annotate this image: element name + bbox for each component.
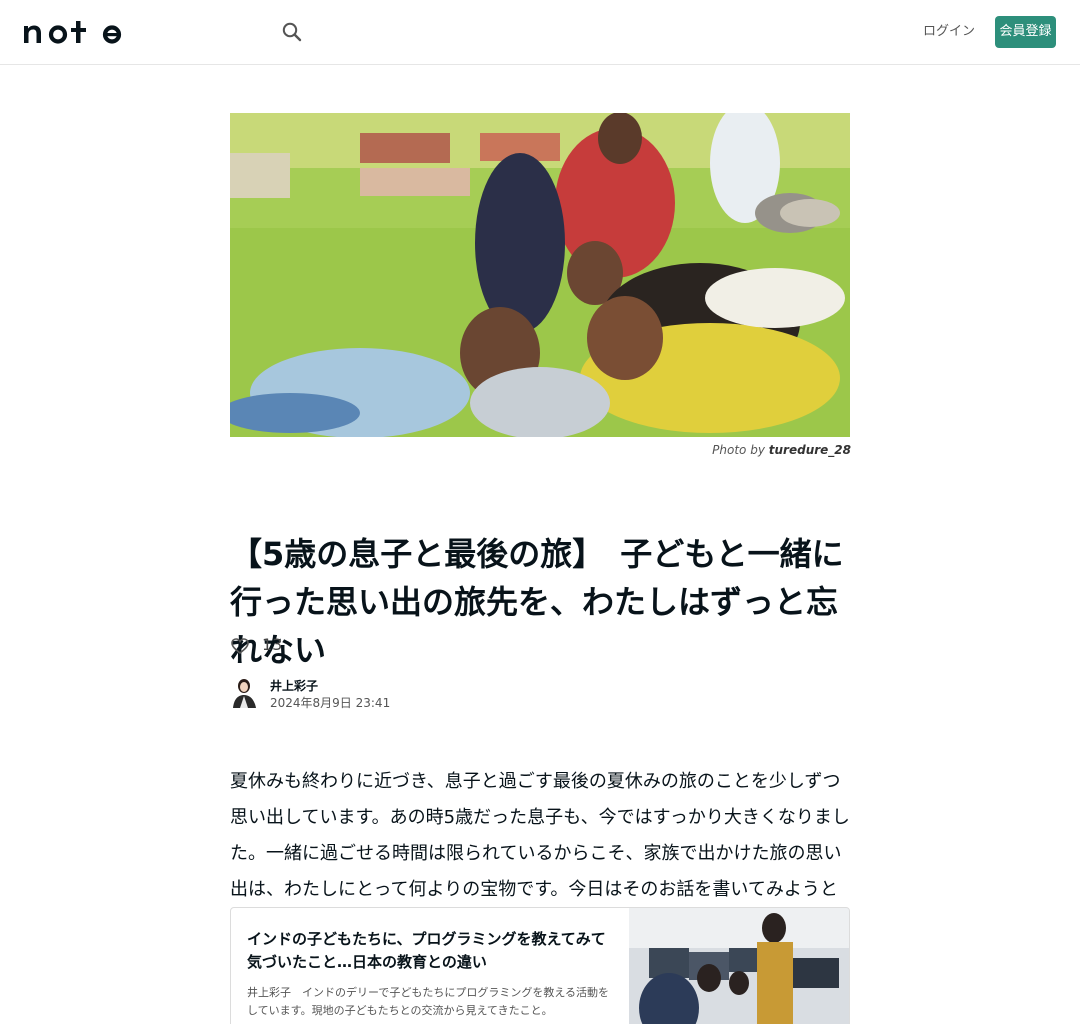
post-date: 2024年8月9日 23:41 bbox=[270, 696, 391, 710]
note-logo[interactable] bbox=[24, 19, 124, 45]
photo-credit: Photo by turedure_28 bbox=[560, 443, 851, 457]
heart-icon[interactable] bbox=[230, 636, 250, 656]
embed-thumbnail[interactable] bbox=[629, 908, 850, 1024]
photo-credit-user[interactable]: turedure_28 bbox=[769, 443, 851, 457]
avatar[interactable] bbox=[230, 676, 260, 708]
signup-button[interactable]: 会員登録 bbox=[995, 16, 1056, 48]
like-count: 13 bbox=[262, 635, 283, 654]
embed-title[interactable]: インドの子どもたちに、プログラミングを教えてみて気づいたこと…日本の教育との違い bbox=[247, 928, 617, 974]
author-name[interactable]: 井上彩子 bbox=[270, 677, 318, 694]
embed-card[interactable]: インドの子どもたちに、プログラミングを教えてみて気づいたこと…日本の教育との違い… bbox=[230, 907, 850, 1024]
search-icon[interactable] bbox=[280, 20, 304, 44]
article-title: 【5歳の息子と最後の旅】 子どもと一緒に行った思い出の旅先を、わたしはずっと忘れ… bbox=[230, 535, 844, 669]
embed-description: 井上彩子 インドのデリーで子どもたちにプログラミングを教える活動をしています。現… bbox=[247, 986, 610, 1017]
photo-credit-prefix: Photo by bbox=[712, 443, 765, 457]
login-link[interactable]: ログイン bbox=[918, 16, 980, 48]
hero-image bbox=[230, 113, 850, 437]
site-header: ログイン 会員登録 bbox=[0, 0, 1080, 65]
